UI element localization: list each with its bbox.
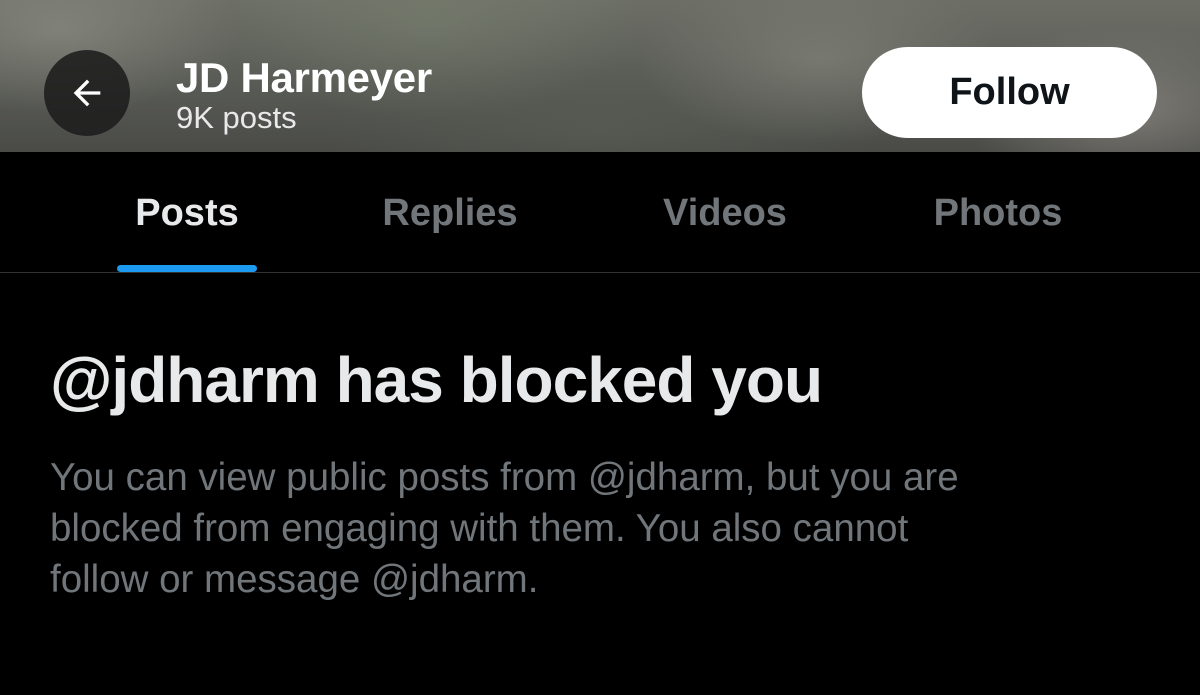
blocked-message: You can view public posts from @jdharm, … [50, 452, 1150, 605]
blocked-message-line: follow or message @jdharm. [50, 558, 539, 601]
active-tab-indicator [117, 265, 257, 272]
blocked-message-line: You can view public posts from @jdharm, … [50, 456, 959, 499]
profile-name: JD Harmeyer [176, 54, 432, 101]
tab-posts[interactable]: Posts [117, 152, 257, 272]
post-count: 9K posts [176, 100, 297, 135]
profile-screen: JD Harmeyer 9K posts Follow Posts Replie… [0, 0, 1200, 695]
tab-videos[interactable]: Videos [640, 152, 810, 272]
blocked-message-line: blocked from engaging with them. You als… [50, 507, 909, 550]
tab-label: Posts [135, 192, 239, 234]
tab-label: Replies [382, 192, 518, 234]
tab-label: Photos [933, 192, 1063, 234]
follow-button[interactable]: Follow [862, 47, 1157, 138]
profile-header: JD Harmeyer 9K posts Follow [0, 0, 1200, 152]
tab-replies[interactable]: Replies [360, 152, 540, 272]
tab-photos[interactable]: Photos [912, 152, 1084, 272]
back-button[interactable] [44, 50, 130, 136]
arrow-left-icon [73, 79, 101, 107]
tab-label: Videos [663, 192, 787, 234]
blocked-title: @jdharm has blocked you [50, 344, 823, 416]
profile-tabs: Posts Replies Videos Photos [0, 152, 1200, 273]
